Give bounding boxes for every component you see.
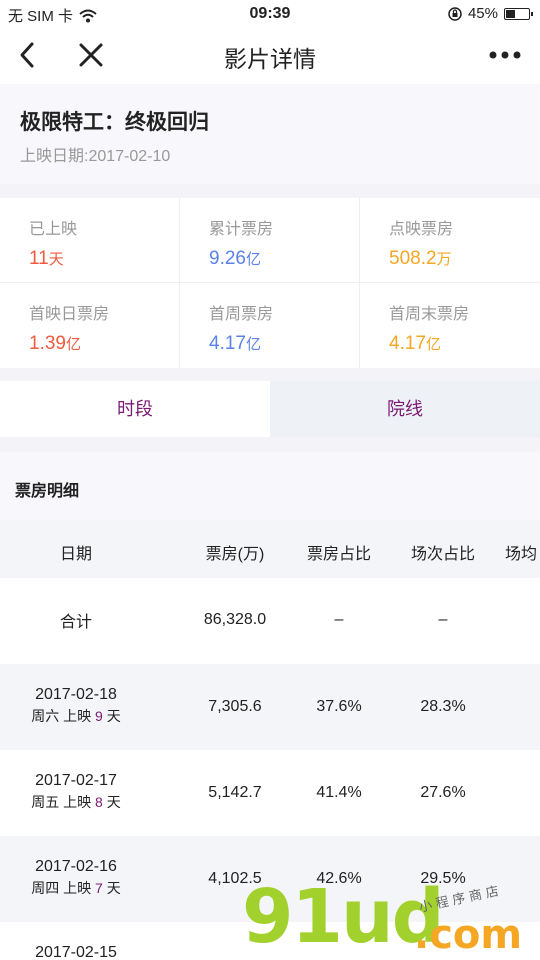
stat-first-weekend: 首周末票房 4.17亿	[360, 283, 540, 368]
total-label: 合计	[0, 608, 152, 632]
stat-label: 已上映	[29, 215, 77, 239]
more-icon[interactable]	[488, 42, 522, 68]
header-date: 日期	[0, 540, 152, 564]
row-date: 2017-02-15	[0, 944, 152, 960]
stat-days-released: 已上映 11天	[0, 198, 180, 283]
movie-title: 极限特工：终极回归	[20, 106, 209, 136]
header-avg: 场均	[505, 540, 540, 564]
stat-value: 508.2万	[389, 248, 452, 270]
row-date: 2017-02-17 周五 上映 8 天	[0, 772, 152, 812]
movie-header: 极限特工：终极回归 上映日期:2017-02-10	[0, 84, 540, 184]
stat-label: 首映日票房	[29, 300, 109, 324]
table-row-total: 合计 86,328.0 – –	[0, 578, 540, 664]
total-screen: –	[368, 611, 518, 629]
watermark-logo: 91ud .com 小程序商店	[238, 882, 540, 960]
stats-grid: 已上映 11天 累计票房 9.26亿 点映票房 508.2万 首映日票房 1.3…	[0, 198, 540, 368]
watermark-text: 91ud	[242, 874, 443, 960]
stat-value: 4.17亿	[209, 333, 261, 355]
nav-bar: 影片详情	[0, 28, 540, 84]
status-bar: 无 SIM 卡 09:39 45%	[0, 0, 540, 28]
section-title: 票房明细	[15, 477, 79, 501]
header-screen-share: 场次占比	[368, 540, 518, 564]
stat-first-week: 首周票房 4.17亿	[180, 283, 360, 368]
stat-label: 点映票房	[389, 215, 453, 239]
stat-value: 11天	[29, 248, 64, 270]
rotation-lock-icon	[448, 7, 462, 21]
battery-fill	[506, 10, 515, 18]
page-title: 影片详情	[0, 40, 540, 74]
tab-bar: 时段 院线	[0, 381, 540, 437]
battery-percent: 45%	[468, 5, 498, 22]
stat-value: 4.17亿	[389, 333, 441, 355]
row-screen-share: 27.6%	[368, 784, 518, 802]
watermark-domain: .com	[414, 912, 522, 958]
tab-time-period[interactable]: 时段	[0, 381, 270, 437]
stat-value: 1.39亿	[29, 333, 81, 355]
row-date: 2017-02-16 周四 上映 7 天	[0, 858, 152, 898]
stat-label: 首周末票房	[389, 300, 469, 324]
section-header: 票房明细	[0, 452, 540, 520]
row-date: 2017-02-18 周六 上映 9 天	[0, 686, 152, 726]
stat-opening-day: 首映日票房 1.39亿	[0, 283, 180, 368]
table-row[interactable]: 2017-02-17 周五 上映 8 天 5,142.7 41.4% 27.6%	[0, 750, 540, 836]
stat-value: 9.26亿	[209, 248, 261, 270]
stat-preview-box-office: 点映票房 508.2万	[360, 198, 540, 283]
table-header-row: 日期 票房(万) 票房占比 场次占比 场均	[0, 520, 540, 578]
tab-cinema-chain[interactable]: 院线	[270, 381, 540, 437]
release-date: 上映日期:2017-02-10	[20, 142, 170, 166]
stat-label: 首周票房	[209, 300, 273, 324]
stat-label: 累计票房	[209, 215, 273, 239]
stat-total-box-office: 累计票房 9.26亿	[180, 198, 360, 283]
battery-icon	[504, 8, 530, 20]
table-row[interactable]: 2017-02-18 周六 上映 9 天 7,305.6 37.6% 28.3%	[0, 664, 540, 750]
row-screen-share: 28.3%	[368, 698, 518, 716]
